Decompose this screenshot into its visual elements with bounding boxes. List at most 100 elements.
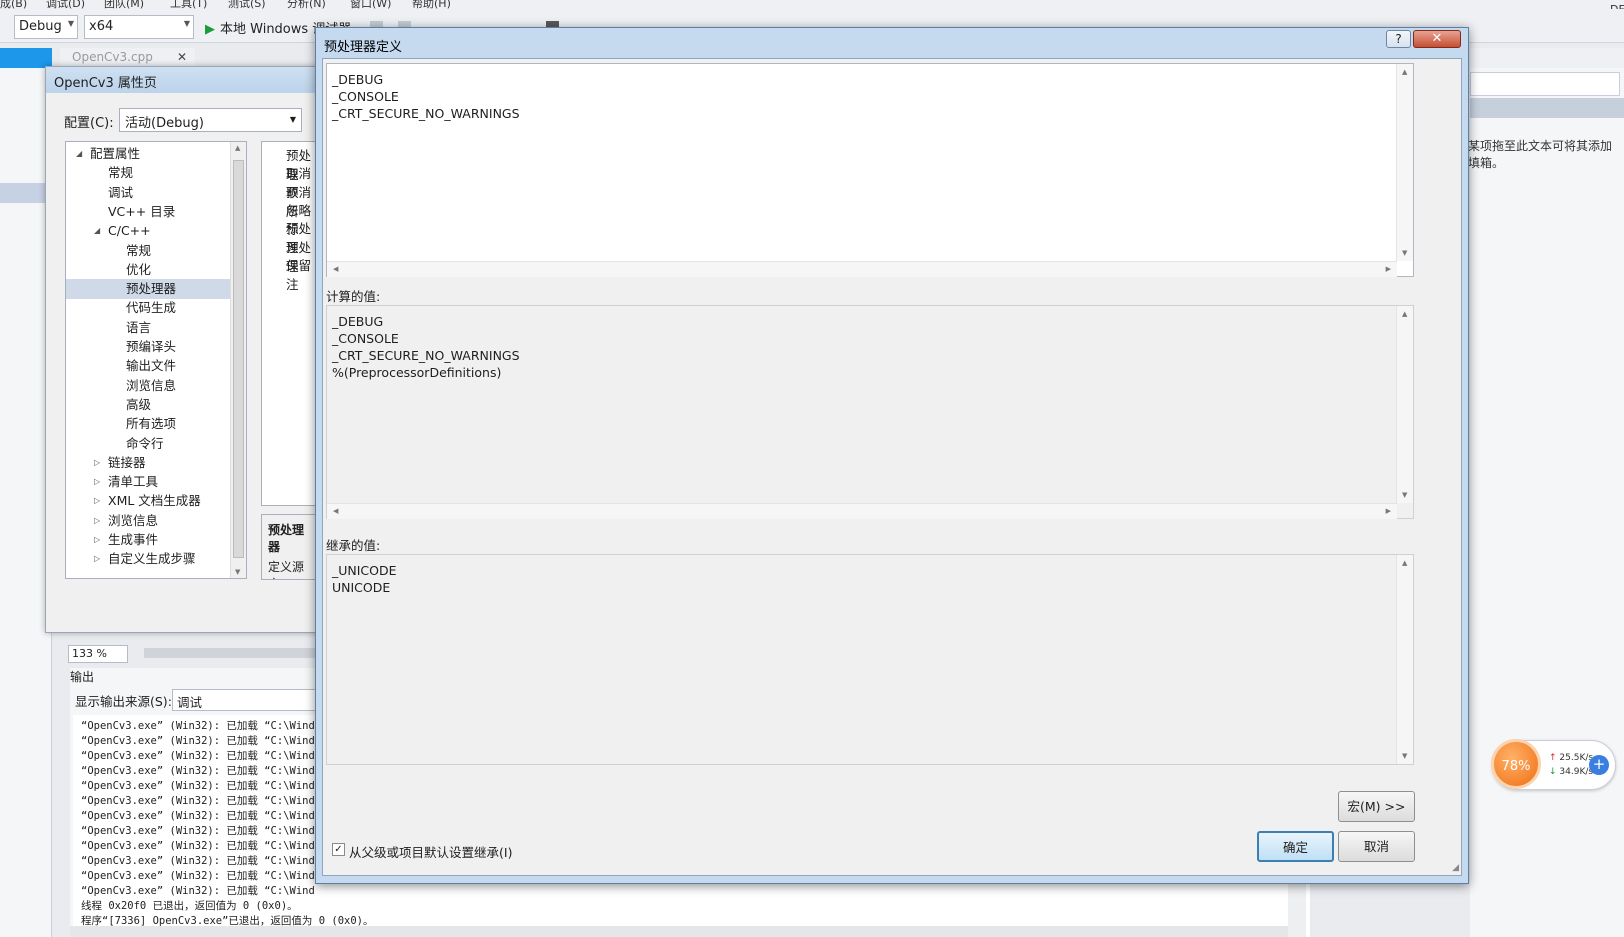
- scroll-right-icon: ▶: [1385, 507, 1391, 515]
- menu-item-analyze[interactable]: 分析(N): [287, 0, 326, 9]
- download-rate: ↓ 34.9K/s: [1549, 767, 1594, 777]
- collapsed-icon[interactable]: ▷: [94, 472, 100, 492]
- computed-horizontal-scrollbar[interactable]: ◀ ▶: [327, 503, 1397, 519]
- expanded-icon[interactable]: ◢: [76, 144, 82, 164]
- tree-item[interactable]: 常规: [66, 241, 230, 261]
- toolbox-header: [1470, 48, 1624, 68]
- tree-item[interactable]: ▷ 清单工具: [66, 472, 230, 492]
- tree-item-label: 优化: [126, 261, 152, 277]
- scroll-left-icon: ◀: [333, 507, 339, 515]
- tree-item[interactable]: 常规: [66, 163, 230, 183]
- tree-item-label: 生成事件: [108, 532, 159, 547]
- computed-values-box[interactable]: _DEBUG _CONSOLE _CRT_SECURE_NO_WARNINGS …: [326, 305, 1414, 519]
- tree-item[interactable]: 高级: [66, 395, 230, 415]
- scroll-down-icon: ▼: [1402, 491, 1408, 499]
- tree-item[interactable]: 优化: [66, 260, 230, 280]
- definitions-edit[interactable]: _DEBUG _CONSOLE _CRT_SECURE_NO_WARNINGS …: [326, 63, 1414, 277]
- tree-item-label: 常规: [108, 165, 134, 181]
- definitions-vertical-scrollbar[interactable]: ▲ ▼: [1396, 64, 1413, 261]
- computed-vertical-scrollbar[interactable]: ▲ ▼: [1396, 306, 1413, 503]
- tree-item[interactable]: 浏览信息: [66, 376, 230, 396]
- tree-item[interactable]: 语言: [66, 318, 230, 338]
- doc-tab-opencv3[interactable]: OpenCv3.cpp ✕: [60, 48, 195, 68]
- toolbox-group-header[interactable]: [1470, 98, 1624, 118]
- memory-usage-gauge: 78%: [1491, 739, 1541, 789]
- menu-item-test[interactable]: 测试(S): [228, 0, 266, 9]
- inherited-vertical-scrollbar[interactable]: ▲ ▼: [1396, 555, 1413, 764]
- scroll-right-icon: ▶: [1385, 265, 1391, 273]
- tree-item[interactable]: ▷ XML 文档生成器: [66, 491, 230, 511]
- chevron-down-icon: ▼: [183, 19, 190, 28]
- tree-item[interactable]: ▷ 自定义生成步骤: [66, 549, 230, 569]
- collapsed-icon[interactable]: ▷: [94, 491, 100, 511]
- tool-window-tab[interactable]: [0, 48, 52, 68]
- tree-item[interactable]: ▷ 链接器: [66, 453, 230, 473]
- tree-item-label: 清单工具: [108, 474, 159, 490]
- menu-item-debug[interactable]: 调试(D): [46, 0, 85, 9]
- toolbox-hint: 某项拖至此文本可将其添加 填箱。: [1468, 139, 1613, 170]
- collapsed-icon[interactable]: ▷: [94, 530, 100, 550]
- tree-item[interactable]: ◢ 配置属性: [66, 144, 230, 164]
- scroll-up-icon: ▲: [1402, 68, 1408, 76]
- cancel-button[interactable]: 取消: [1338, 831, 1415, 862]
- tree-item[interactable]: 输出文件: [66, 356, 230, 376]
- help-button[interactable]: ?: [1386, 30, 1411, 48]
- tree-item-label: 常规: [126, 242, 152, 258]
- network-meter-widget[interactable]: 78% ↑ 25.5K/s ↓ 34.9K/s +: [1491, 739, 1616, 790]
- property-pages-title: OpenCv3 属性页: [46, 67, 319, 93]
- scroll-down-icon: ▼: [1402, 752, 1408, 760]
- scrollbar-thumb[interactable]: [233, 160, 244, 558]
- inherited-values-box[interactable]: _UNICODE UNICODE ▲ ▼: [326, 554, 1414, 765]
- tree-item[interactable]: ▷ 生成事件: [66, 530, 230, 550]
- property-grid: 预处理 取消预 取消所 忽略标 预处理 预处理 保留注: [261, 141, 321, 506]
- collapsed-icon[interactable]: ▷: [94, 453, 100, 473]
- tree-item-label: 浏览信息: [108, 512, 159, 528]
- tree-item[interactable]: 命令行: [66, 434, 230, 454]
- tree-scrollbar[interactable]: ▲ ▼: [230, 142, 246, 578]
- tree-item[interactable]: ◢ C/C++: [66, 221, 230, 241]
- property-description: 预处理器 定义源文: [261, 514, 321, 580]
- output-horizontal-scrollbar[interactable]: [70, 926, 1288, 937]
- collapsed-icon[interactable]: ▷: [94, 511, 100, 531]
- menu-item-window[interactable]: 窗口(W): [350, 0, 391, 9]
- close-button[interactable]: ✕: [1413, 30, 1461, 48]
- tree-item-label: 自定义生成步骤: [108, 551, 196, 567]
- tree-item[interactable]: 调试: [66, 183, 230, 203]
- toolbox-search-input[interactable]: [1470, 72, 1620, 96]
- config-value: Debug: [19, 19, 62, 34]
- expanded-icon[interactable]: ◢: [94, 221, 100, 241]
- doc-tab-label: OpenCv3.cpp: [72, 50, 153, 64]
- tree-item-label: 配置属性: [90, 146, 141, 161]
- menu-item-build[interactable]: 成(B): [0, 0, 27, 9]
- tree-item[interactable]: 预处理器: [66, 279, 230, 300]
- plus-icon[interactable]: +: [1589, 755, 1609, 775]
- config-combo[interactable]: Debug ▼: [14, 15, 78, 39]
- definitions-horizontal-scrollbar[interactable]: ◀ ▶: [327, 261, 1397, 277]
- output-source-combo[interactable]: 调试: [172, 689, 322, 711]
- macros-button[interactable]: 宏(M) >>: [1338, 791, 1415, 822]
- menu-item-team[interactable]: 团队(M): [104, 0, 144, 9]
- computed-values-text: _DEBUG _CONSOLE _CRT_SECURE_NO_WARNINGS …: [332, 314, 520, 380]
- resize-grip-icon[interactable]: ◢: [1452, 863, 1459, 873]
- tree-item[interactable]: ▷ 浏览信息: [66, 511, 230, 531]
- configuration-combo[interactable]: 活动(Debug) ▼: [119, 108, 302, 132]
- definitions-text: _DEBUG _CONSOLE _CRT_SECURE_NO_WARNINGS: [332, 72, 520, 121]
- horizontal-scrollbar[interactable]: [144, 648, 319, 658]
- left-strip-selection[interactable]: [0, 183, 48, 203]
- menu-item-tools[interactable]: 工具(T): [170, 0, 207, 9]
- tree-item[interactable]: 预编译头: [66, 337, 230, 357]
- tree-item[interactable]: 所有选项: [66, 414, 230, 434]
- collapsed-icon[interactable]: ▷: [94, 549, 100, 569]
- play-icon: ▶: [205, 22, 215, 37]
- output-source-label: 显示输出来源(S):: [75, 694, 172, 709]
- close-icon[interactable]: ✕: [177, 50, 187, 64]
- ok-button[interactable]: 确定: [1257, 831, 1334, 862]
- tree-item[interactable]: VC++ 目录: [66, 202, 230, 222]
- tree-item-label: 高级: [126, 396, 152, 412]
- platform-combo[interactable]: x64 ▼: [84, 15, 194, 39]
- inherit-checkbox[interactable]: ✓: [332, 843, 345, 856]
- menu-item-help[interactable]: 帮助(H): [412, 0, 451, 9]
- zoom-combo[interactable]: 133 %: [68, 645, 128, 663]
- inherit-checkbox-label[interactable]: 从父级或项目默认设置继承(I): [349, 842, 512, 861]
- tree-item[interactable]: 代码生成: [66, 298, 230, 318]
